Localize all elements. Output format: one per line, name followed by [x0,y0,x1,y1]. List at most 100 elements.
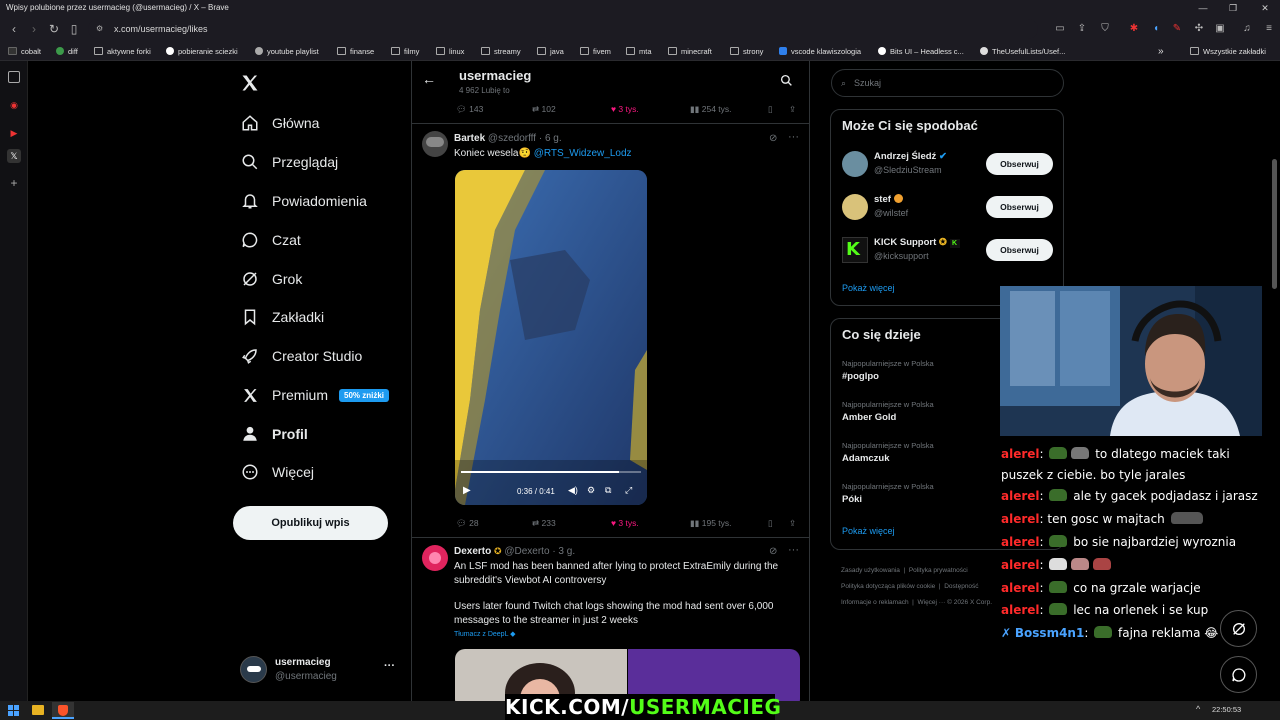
brave-shield-icon[interactable]: ⛉ [1098,22,1112,36]
follow-button[interactable]: Obserwuj [986,196,1053,218]
minimize-button[interactable]: — [1188,0,1218,16]
nav-chat[interactable]: Czat [241,228,301,252]
post-more-icon[interactable]: ··· [788,131,799,143]
nav-grok[interactable]: Grok [241,267,302,291]
bookmark-item[interactable]: youtube playlist [255,46,319,58]
bookmark-item[interactable]: finanse [337,46,374,58]
brave-rewards-icon[interactable]: ◉ [7,98,21,112]
views-button[interactable]: ▮▮ 254 tys. [690,102,732,116]
grok-icon[interactable]: ⊘ [769,546,777,557]
bookmark-item[interactable]: strony [730,46,763,58]
author-handle[interactable]: @Dexerto [504,546,549,557]
volume-icon[interactable]: ◀︎) [568,485,578,496]
share-icon[interactable]: ⇪ [789,516,796,530]
post-time[interactable]: · 6 g. [539,133,562,144]
kick-logo-avatar[interactable]: K [842,237,868,263]
video-progress-track[interactable] [461,471,641,473]
back-icon[interactable]: ‹ [6,21,22,37]
share-icon[interactable]: ⇪ [1075,22,1089,36]
play-icon[interactable]: ▶ [463,485,471,496]
footer-link[interactable]: Informacje o reklamach [841,599,909,606]
like-button[interactable]: ♥ 3 tys. [611,516,639,530]
post-button[interactable]: Opublikuj wpis [233,506,388,540]
bookmarks-overflow-icon[interactable]: » [1158,46,1164,58]
account-switcher[interactable]: usermacieg @usermacieg ··· [240,654,400,688]
post-time[interactable]: · 3 g. [552,546,575,557]
fullscreen-icon[interactable]: ⤢ [625,485,632,496]
add-panel-icon[interactable]: + [7,176,21,190]
avatar[interactable] [422,131,448,157]
menu-icon[interactable]: ≡ [1262,22,1276,36]
bookmark-item[interactable]: mta [626,46,652,58]
nav-profile[interactable]: Profil [241,422,308,446]
close-window-button[interactable]: ✕ [1250,0,1280,16]
footer-link[interactable]: Polityka prywatności [909,567,968,574]
grok-icon[interactable]: ⊘ [769,133,777,144]
author-name[interactable]: Bartek [454,133,485,144]
extensions-icon[interactable]: ✣ [1192,22,1206,36]
bookmark-item[interactable]: TheUsefulLists/Usef... [980,46,1065,58]
post-more-icon[interactable]: ··· [788,544,799,556]
scrollbar[interactable] [1270,61,1280,701]
avatar[interactable] [842,151,868,177]
nav-more[interactable]: Więcej [241,460,314,484]
bookmark-item[interactable]: aktywne forki [94,46,151,58]
chat-fab[interactable] [1220,656,1257,693]
brave-taskbar-button[interactable] [52,702,74,719]
like-button[interactable]: ♥ 3 tys. [611,102,639,116]
clock[interactable]: 22:50:53 [1212,705,1241,714]
forward-icon[interactable]: › [26,21,42,37]
bookmark-item[interactable]: linux [436,46,464,58]
bookmark-item[interactable]: fivem [580,46,611,58]
views-button[interactable]: ▮▮ 195 tys. [690,516,732,530]
extension-red-icon[interactable]: ✱ [1127,22,1141,36]
bookmark-item[interactable]: streamy [481,46,521,58]
mention-link[interactable]: @RTS_Widzew_Lodz [534,148,632,159]
bookmark-item[interactable]: cobalt [8,46,41,58]
extension-pen-icon[interactable]: ✎ [1170,22,1184,36]
show-more-link[interactable]: Pokaż więcej [842,526,895,536]
sidebar-panel-icon[interactable] [8,71,20,83]
address-bar[interactable]: ⚙ x.com/usermacieg/likes [88,19,1038,39]
bookmark-page-icon[interactable]: ▯ [66,21,82,37]
site-info-icon[interactable]: ⚙ [96,19,103,39]
x-tab-icon[interactable]: 𝕏 [7,149,21,163]
suggestion-name[interactable]: Andrzej Śledź ✔ [874,151,947,162]
share-icon[interactable]: ⇪ [789,102,796,116]
start-icon[interactable] [8,705,19,716]
suggestion-name[interactable]: KICK Support ✪ K [874,237,960,248]
footer-link[interactable]: Polityka dotycząca plików cookie [841,583,935,590]
media-icon[interactable]: ♫ [1240,22,1254,36]
tray-chevron-icon[interactable]: ^ [1196,704,1200,714]
repost-button[interactable]: ⇄ 102 [532,102,556,116]
all-bookmarks[interactable]: Wszystkie zakładki [1190,46,1266,58]
back-arrow-icon[interactable]: ← [422,71,436,87]
search-input[interactable]: ⌕ Szukaj [831,69,1064,97]
settings-icon[interactable]: ⚙ [587,485,595,496]
trend-item[interactable]: Póki [842,494,862,505]
nav-bookmarks[interactable]: Zakładki [241,305,324,329]
nav-explore[interactable]: Przeglądaj [241,150,338,174]
extension-audio-icon[interactable]: ◖ [1149,22,1163,36]
file-explorer-icon[interactable] [32,705,44,715]
search-icon[interactable] [780,74,793,87]
pip-icon[interactable]: ⧉ [605,485,611,496]
bookmark-item[interactable]: minecraft [668,46,712,58]
bookmark-item[interactable]: Bits UI – Headless c... [878,46,964,58]
avatar[interactable] [842,194,868,220]
youtube-icon[interactable]: ▶ [7,126,21,140]
bookmark-icon[interactable]: ▯ [768,516,773,530]
scrollbar-thumb[interactable] [1272,159,1277,289]
nav-creator-studio[interactable]: Creator Studio [241,344,362,368]
bookmark-item[interactable]: filmy [391,46,419,58]
reload-icon[interactable]: ↻ [46,21,62,37]
sidebar-toggle-icon[interactable]: ▣ [1213,22,1227,36]
x-logo-icon[interactable] [240,73,262,95]
bookmark-item[interactable]: pobieranie sciezki [166,46,238,58]
author-name[interactable]: Dexerto [454,546,491,557]
show-more-link[interactable]: Pokaż więcej [842,283,895,293]
footer-link[interactable]: Zasady użytkowania [841,567,900,574]
reply-button[interactable]: 💬︎ 143 [456,102,483,116]
bookmark-icon[interactable]: ▯ [768,102,773,116]
avatar[interactable] [422,545,448,571]
